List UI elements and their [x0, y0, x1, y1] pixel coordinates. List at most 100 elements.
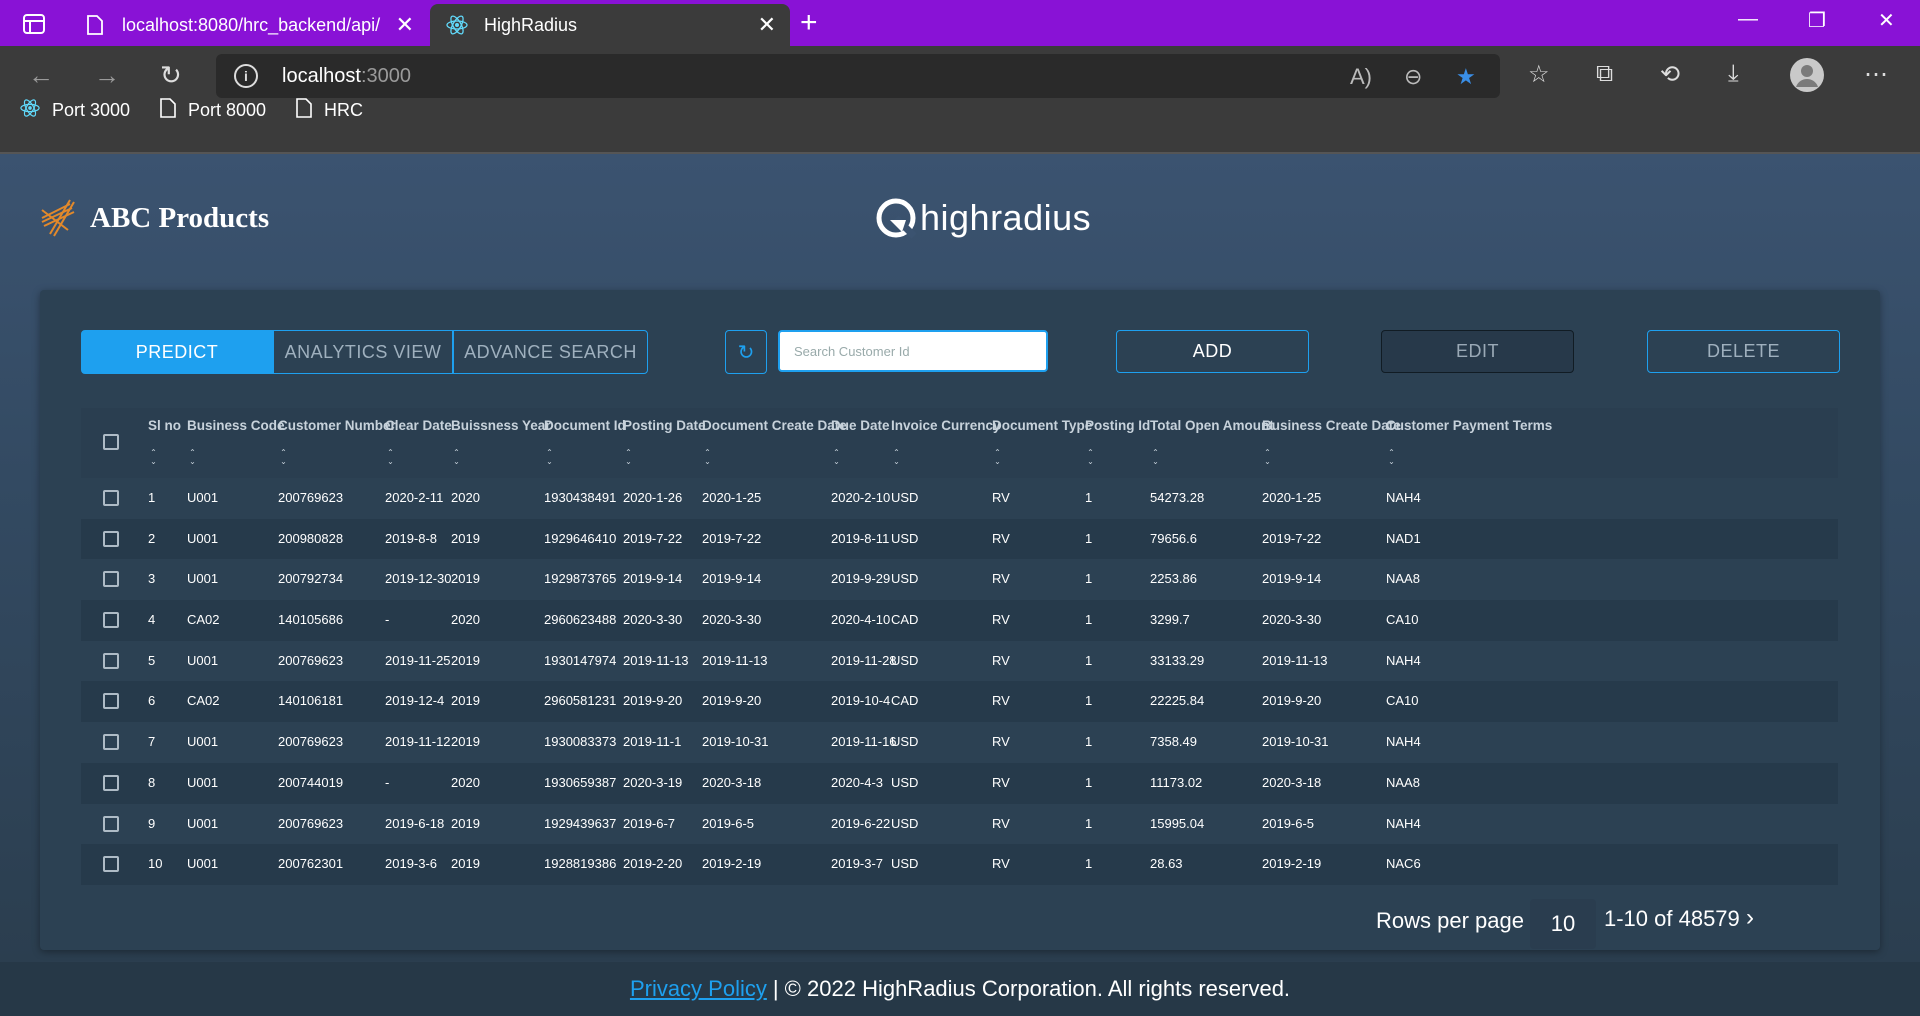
- sort-icon[interactable]: ⌃⌄: [452, 448, 461, 466]
- sort-icon[interactable]: ⌃⌄: [188, 448, 197, 466]
- zoom-out-icon[interactable]: ⊖: [1404, 64, 1422, 90]
- analytics-view-button[interactable]: ANALYTICS VIEW: [273, 330, 453, 374]
- table-row[interactable]: 9 U001 200769623 2019-6-18 2019 1929439637 201…: [81, 803, 1838, 845]
- column-header[interactable]: Document Create Date: [702, 418, 847, 433]
- column-header[interactable]: Customer Payment Terms: [1386, 418, 1552, 433]
- table-cell: 2019-11-13: [702, 652, 768, 668]
- row-checkbox[interactable]: [103, 490, 119, 506]
- table-row[interactable]: 10 U001 200762301 2019-3-6 2019 1928819386 201…: [81, 844, 1838, 885]
- address-bar[interactable]: i localhost:3000 A) ⊖ ★: [216, 54, 1500, 98]
- column-header[interactable]: Clear Date: [385, 418, 452, 433]
- table-cell: 2019: [451, 652, 480, 668]
- column-header[interactable]: Buissness Year: [451, 418, 551, 433]
- bookmark-port-8000[interactable]: Port 8000: [160, 98, 266, 123]
- column-header[interactable]: Invoice Currency: [891, 418, 1001, 433]
- table-row[interactable]: 3 U001 200792734 2019-12-30 2019 1929873765 20…: [81, 559, 1838, 601]
- table-row[interactable]: 6 CA02 140106181 2019-12-4 2019 2960581231 201…: [81, 681, 1838, 723]
- column-header[interactable]: Total Open Amount: [1150, 418, 1274, 433]
- sort-icon[interactable]: ⌃⌄: [1263, 448, 1272, 466]
- table-cell: 2019: [451, 856, 480, 872]
- column-header[interactable]: Document Type: [992, 418, 1092, 433]
- privacy-policy-link[interactable]: Privacy Policy: [630, 976, 767, 1002]
- browser-tab-highradius[interactable]: HighRadius ✕: [430, 4, 790, 46]
- sort-icon[interactable]: ⌃⌄: [1086, 448, 1095, 466]
- restore-icon[interactable]: ❐: [1808, 8, 1826, 33]
- column-header[interactable]: Customer Number: [278, 418, 396, 433]
- sort-icon[interactable]: ⌃⌄: [1387, 448, 1396, 466]
- sort-icon[interactable]: ⌃⌄: [624, 448, 633, 466]
- refresh-button[interactable]: ↻: [725, 330, 767, 374]
- read-aloud-icon[interactable]: A): [1350, 64, 1372, 90]
- minimize-icon[interactable]: —: [1738, 8, 1758, 31]
- sort-icon[interactable]: ⌃⌄: [149, 448, 158, 466]
- more-options-icon[interactable]: ⋯: [1864, 60, 1888, 89]
- column-header[interactable]: Business Create Date: [1262, 418, 1401, 433]
- close-tab-icon[interactable]: ✕: [396, 12, 414, 38]
- row-checkbox[interactable]: [103, 734, 119, 751]
- column-header[interactable]: Due Date: [831, 418, 890, 433]
- delete-button[interactable]: DELETE: [1647, 330, 1840, 373]
- search-customer-input[interactable]: [778, 330, 1048, 372]
- table-cell: 140106181: [278, 693, 344, 709]
- row-checkbox[interactable]: [103, 612, 119, 629]
- rows-per-page-select[interactable]: 10: [1530, 899, 1596, 949]
- select-all-checkbox[interactable]: [103, 434, 119, 450]
- back-icon[interactable]: ←: [28, 60, 54, 91]
- predict-button[interactable]: PREDICT: [81, 330, 273, 374]
- table-cell: 2019-11-13: [623, 652, 689, 668]
- column-header[interactable]: Posting Date: [623, 418, 706, 433]
- sort-icon[interactable]: ⌃⌄: [703, 448, 712, 466]
- table-cell: 2019-8-8: [385, 530, 438, 546]
- bookmark-hrc[interactable]: HRC: [296, 98, 363, 123]
- sort-icon[interactable]: ⌃⌄: [1151, 448, 1160, 466]
- column-header[interactable]: Document Id: [544, 418, 626, 433]
- favorite-star-icon[interactable]: ★: [1456, 64, 1476, 90]
- row-checkbox[interactable]: [103, 774, 119, 791]
- table-row[interactable]: 7 U001 200769623 2019-11-12 2019 1930083373 20…: [81, 722, 1838, 763]
- row-checkbox[interactable]: [103, 693, 119, 710]
- sort-icon[interactable]: ⌃⌄: [892, 448, 901, 466]
- window-close-icon[interactable]: ✕: [1878, 8, 1895, 33]
- browser-tab-api[interactable]: localhost:8080/hrc_backend/api/ ✕: [84, 4, 424, 46]
- download-icon[interactable]: ⤓: [1728, 60, 1739, 88]
- table-cell: 1: [1085, 774, 1093, 790]
- table-row[interactable]: 4 CA02 140105686 - 2020 2960623488 2020-3-30 20…: [81, 600, 1838, 641]
- advance-search-button[interactable]: ADVANCE SEARCH: [453, 330, 648, 374]
- sort-icon[interactable]: ⌃⌄: [545, 448, 554, 466]
- sort-icon[interactable]: ⌃⌄: [993, 448, 1002, 466]
- table-cell: 1: [1085, 734, 1093, 750]
- column-header[interactable]: Business Code: [187, 418, 285, 433]
- table-cell: 2019-7-22: [702, 530, 762, 546]
- tab-actions-icon[interactable]: [22, 12, 46, 36]
- edit-button[interactable]: EDIT: [1381, 330, 1574, 373]
- sort-icon[interactable]: ⌃⌄: [386, 448, 395, 466]
- sort-icon[interactable]: ⌃⌄: [832, 448, 841, 466]
- column-header[interactable]: Sl no: [148, 418, 181, 433]
- reload-icon[interactable]: ↻: [160, 60, 182, 91]
- table-cell: 2019-2-20: [623, 856, 683, 872]
- history-icon[interactable]: ⟲: [1660, 60, 1680, 89]
- row-checkbox[interactable]: [103, 571, 119, 588]
- info-icon[interactable]: i: [234, 64, 258, 88]
- close-tab-icon[interactable]: ✕: [758, 12, 776, 38]
- profile-avatar[interactable]: [1790, 58, 1824, 99]
- table-row[interactable]: 1 U001 200769623 2020-2-11 2020 1930438491 202…: [81, 478, 1838, 519]
- next-page-icon[interactable]: ›: [1746, 904, 1754, 932]
- table-row[interactable]: 8 U001 200744019 - 2020 1930659387 2020-3-19 20…: [81, 762, 1838, 804]
- new-tab-icon[interactable]: +: [800, 6, 818, 40]
- table-cell: NAA8: [1386, 774, 1420, 790]
- row-checkbox[interactable]: [103, 652, 119, 669]
- row-checkbox[interactable]: [103, 815, 119, 832]
- sort-icon[interactable]: ⌃⌄: [279, 448, 288, 466]
- forward-icon[interactable]: →: [94, 60, 120, 91]
- url-text[interactable]: localhost:3000: [282, 65, 411, 88]
- column-header[interactable]: Posting Id: [1085, 418, 1150, 433]
- table-row[interactable]: 5 U001 200769623 2019-11-25 2019 1930147974 20…: [81, 640, 1838, 682]
- row-checkbox[interactable]: [103, 530, 119, 547]
- row-checkbox[interactable]: [103, 856, 119, 873]
- add-button[interactable]: ADD: [1116, 330, 1309, 373]
- favorites-icon[interactable]: ☆: [1528, 60, 1550, 89]
- table-row[interactable]: 2 U001 200980828 2019-8-8 2019 1929646410 2019…: [81, 518, 1838, 560]
- collections-icon[interactable]: ⧉: [1596, 60, 1613, 88]
- bookmark-port-3000[interactable]: Port 3000: [20, 98, 130, 123]
